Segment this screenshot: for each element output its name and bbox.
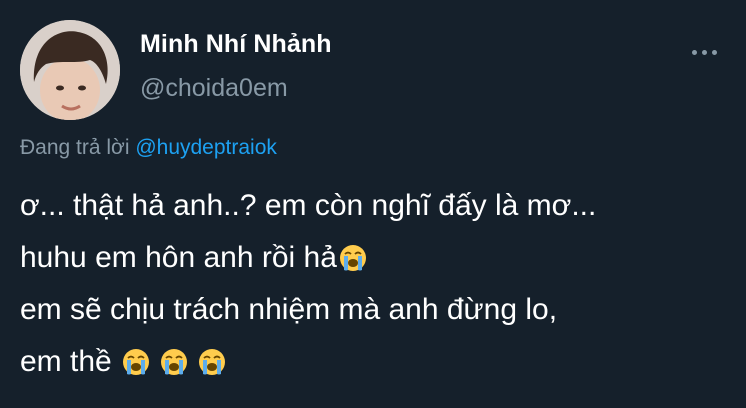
avatar[interactable] [20,20,120,120]
author-handle[interactable]: @choida0em [140,74,288,103]
author-display-name[interactable]: Minh Nhí Nhảnh [140,30,332,59]
tweet-text: ơ... thật hả anh..? em còn nghĩ đấy là m… [20,180,730,388]
tweet-line-1: ơ... thật hả anh..? em còn nghĩ đấy là m… [20,189,597,222]
tweet-line-2-text: huhu em hôn anh rồi hả [20,241,337,274]
reply-prefix: Đang trả lời [20,136,136,159]
tweet-line-2: huhu em hôn anh rồi hả [20,232,730,284]
loudly-crying-face-icon [199,349,226,375]
tweet-line-4: em thề [20,336,730,388]
more-options-icon[interactable] [692,44,722,60]
loudly-crying-face-icon [161,349,188,375]
tweet-line-3: em sẽ chịu trách nhiệm mà anh đừng lo, [20,293,558,326]
tweet-card: Minh Nhí Nhảnh @choida0em Đang trả lời @… [0,0,746,408]
loudly-crying-face-icon [339,245,366,271]
reply-context: Đang trả lời @huydeptraiok [20,136,277,160]
loudly-crying-face-icon [123,349,150,375]
reply-mention-link[interactable]: @huydeptraiok [135,136,277,159]
tweet-line-4-text: em thề [20,345,121,378]
